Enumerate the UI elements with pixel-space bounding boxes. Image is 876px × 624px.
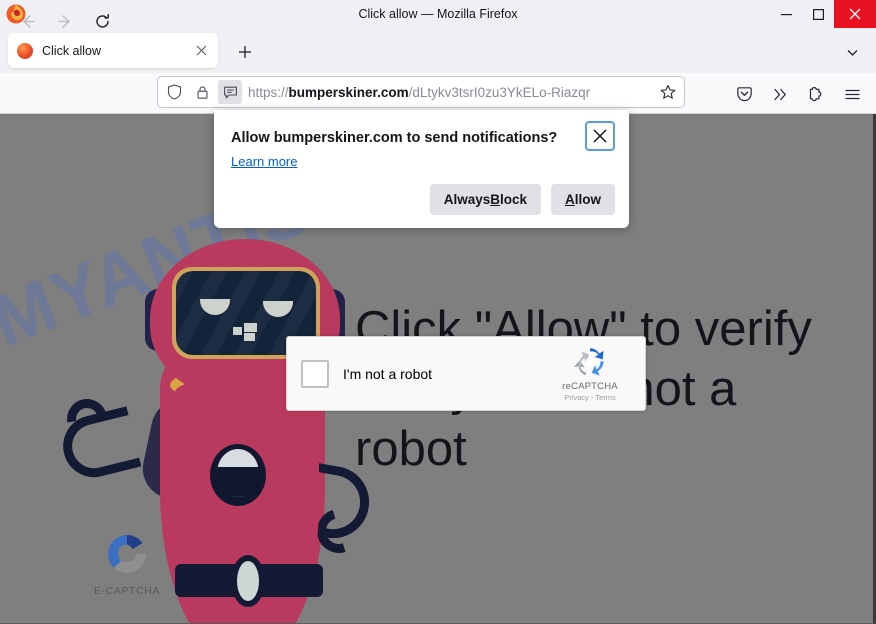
close-window-button[interactable] (834, 0, 876, 28)
notification-permission-icon[interactable] (218, 80, 242, 104)
recaptcha-label: I'm not a robot (343, 365, 433, 382)
ecaptcha-badge: E-CAPTCHA (72, 529, 182, 597)
back-button[interactable] (14, 8, 40, 34)
tab-title: Click allow (42, 43, 102, 58)
url-host: bumperskiner.com (288, 84, 409, 100)
browser-tab[interactable]: Click allow (8, 33, 218, 68)
pocket-button[interactable] (731, 81, 757, 107)
maximize-button[interactable] (802, 0, 834, 28)
chevrons-right-icon (767, 81, 793, 107)
robot-mouth-block-2 (244, 323, 257, 332)
learn-more-link[interactable]: Learn more (231, 154, 297, 169)
recaptcha-logo-icon (573, 345, 607, 379)
recaptcha-links[interactable]: Privacy - Terms (541, 393, 639, 402)
recaptcha-branding: reCAPTCHA Privacy - Terms (541, 345, 639, 402)
pocket-icon (731, 81, 757, 107)
window-controls (770, 0, 876, 28)
recaptcha-widget[interactable]: I'm not a robot reCAPTCHA Privacy - Term… (286, 336, 646, 411)
minimize-button[interactable] (770, 0, 802, 28)
doorhanger-actions: Always Block Allow (429, 184, 615, 215)
url-path: /dLtykv3tsrI0zu3YkELo-Riazqr (408, 84, 591, 100)
robot-mouth-block-3 (244, 333, 255, 341)
url-text[interactable]: https://bumperskiner.com/dLtykv3tsrI0zu3… (248, 85, 655, 100)
forward-button[interactable] (52, 8, 78, 34)
recaptcha-checkbox[interactable] (301, 359, 329, 388)
extensions-button[interactable] (803, 81, 829, 107)
reload-button[interactable] (89, 8, 115, 34)
tab-strip: Click allow (0, 28, 876, 73)
tracking-protection-shield-icon[interactable] (162, 80, 186, 104)
window-titlebar: Click allow — Mozilla Firefox (0, 0, 876, 28)
allow-suffix: llow (574, 192, 601, 207)
app-menu-button[interactable] (839, 81, 865, 107)
notification-permission-doorhanger: Allow bumperskiner.com to send notificat… (214, 110, 629, 228)
allow-accesskey: A (565, 192, 575, 207)
doorhanger-title: Allow bumperskiner.com to send notificat… (231, 130, 558, 146)
close-tab-icon[interactable] (190, 40, 212, 62)
always-block-prefix: Always (443, 192, 491, 207)
hamburger-menu-icon (839, 81, 865, 107)
firefox-browser-window: Click allow — Mozilla Firefox Click allo… (0, 0, 876, 624)
list-all-tabs-button[interactable] (840, 40, 864, 64)
allow-button[interactable]: Allow (551, 184, 615, 215)
robot-belt-buckle-inner (237, 561, 259, 601)
always-block-button[interactable]: Always Block (429, 184, 541, 215)
robot-mouth-block-1 (233, 327, 242, 335)
always-block-accesskey: B (490, 192, 500, 207)
overflow-menu-button[interactable] (767, 81, 793, 107)
url-scheme: https:// (248, 84, 289, 100)
ecaptcha-c-logo-icon (102, 529, 152, 579)
always-block-suffix: lock (499, 192, 527, 207)
site-info-lock-icon[interactable] (190, 80, 214, 104)
recaptcha-brand-text: reCAPTCHA (562, 381, 618, 392)
tab-favicon-icon (17, 42, 33, 59)
bookmark-star-icon[interactable] (655, 79, 681, 105)
new-tab-button[interactable] (232, 39, 258, 65)
puzzle-piece-icon (803, 81, 829, 107)
url-bar[interactable]: https://bumperskiner.com/dLtykv3tsrI0zu3… (157, 76, 685, 108)
window-title: Click allow — Mozilla Firefox (358, 7, 518, 21)
doorhanger-close-button[interactable] (585, 121, 615, 151)
ecaptcha-label: E-CAPTCHA (93, 585, 161, 597)
